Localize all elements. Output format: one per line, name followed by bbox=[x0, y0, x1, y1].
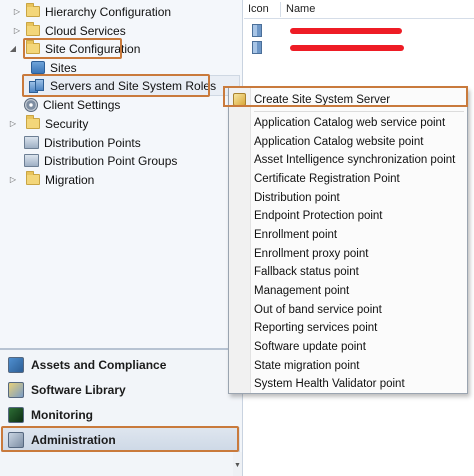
administration-icon bbox=[8, 432, 24, 448]
expand-arrow-icon[interactable]: ▷ bbox=[12, 7, 22, 16]
tree-item-sites[interactable]: Sites bbox=[31, 58, 77, 77]
folder-icon bbox=[26, 22, 40, 36]
menu-item-label: System Health Validator point bbox=[254, 377, 405, 390]
folder-icon bbox=[26, 40, 40, 54]
column-separator[interactable] bbox=[280, 2, 281, 17]
context-menu: Create Site System Server Application Ca… bbox=[228, 87, 468, 394]
navigation-pane: ▷ Hierarchy Configuration ▷ Cloud Servic… bbox=[0, 0, 243, 476]
menu-item-label: Distribution point bbox=[254, 191, 340, 204]
column-header-name[interactable]: Name bbox=[286, 3, 315, 15]
workspace-assets-and-compliance[interactable]: Assets and Compliance bbox=[0, 353, 240, 377]
menu-item-role[interactable]: Application Catalog website point bbox=[229, 132, 467, 151]
menu-item-role[interactable]: Application Catalog web service point bbox=[229, 113, 467, 132]
tree-item-distribution-point-groups[interactable]: Distribution Point Groups bbox=[24, 151, 177, 170]
workspace-monitoring[interactable]: Monitoring bbox=[0, 403, 240, 427]
menu-item-role[interactable]: Enrollment point bbox=[229, 225, 467, 244]
menu-item-role[interactable]: Out of band service point bbox=[229, 300, 467, 319]
menu-item-label: Out of band service point bbox=[254, 303, 382, 316]
menu-item-role[interactable]: Asset Intelligence synchronization point bbox=[229, 150, 467, 169]
expand-arrow-icon[interactable]: ▷ bbox=[8, 119, 18, 128]
tree-item-site-configuration[interactable]: ◢ Site Configuration bbox=[8, 39, 140, 58]
tree-item-label: Cloud Services bbox=[45, 23, 126, 38]
software-library-icon bbox=[8, 382, 24, 398]
tree-item-hierarchy-configuration[interactable]: ▷ Hierarchy Configuration bbox=[12, 2, 171, 21]
expand-arrow-icon[interactable]: ▷ bbox=[12, 26, 22, 35]
redacted-server-name bbox=[290, 28, 402, 34]
menu-item-label: Reporting services point bbox=[254, 321, 378, 334]
workspace-administration[interactable]: Administration bbox=[0, 428, 240, 452]
tree-item-servers-and-site-system-roles[interactable]: Servers and Site System Roles bbox=[29, 76, 216, 95]
menu-separator bbox=[254, 111, 464, 112]
menu-item-label: Asset Intelligence synchronization point bbox=[254, 153, 456, 166]
sites-icon bbox=[31, 61, 45, 74]
tree-item-migration[interactable]: ▷ Migration bbox=[8, 170, 94, 189]
menu-item-role[interactable]: Enrollment proxy point bbox=[229, 244, 467, 263]
folder-icon bbox=[26, 115, 40, 129]
menu-item-label: Certificate Registration Point bbox=[254, 172, 400, 185]
menu-item-label: Enrollment point bbox=[254, 228, 338, 241]
tree-item-label: Distribution Points bbox=[44, 135, 141, 150]
monitoring-icon bbox=[8, 407, 24, 423]
workspace-label: Assets and Compliance bbox=[31, 358, 167, 372]
workspace-label: Administration bbox=[31, 433, 116, 447]
tree-item-distribution-points[interactable]: Distribution Points bbox=[24, 133, 141, 152]
menu-item-label: Management point bbox=[254, 284, 350, 297]
tree-item-cloud-services[interactable]: ▷ Cloud Services bbox=[12, 21, 126, 40]
tree-item-security[interactable]: ▷ Security bbox=[8, 114, 88, 133]
assets-compliance-icon bbox=[8, 357, 24, 373]
menu-item-label: Enrollment proxy point bbox=[254, 247, 369, 260]
menu-item-role[interactable]: State migration point bbox=[229, 356, 467, 375]
menu-item-label: Application Catalog website point bbox=[254, 135, 424, 148]
folder-icon bbox=[26, 171, 40, 185]
redacted-server-name bbox=[290, 45, 404, 51]
tree-item-label: Site Configuration bbox=[45, 41, 141, 56]
menu-item-label: Software update point bbox=[254, 340, 366, 353]
tree-item-label: Migration bbox=[45, 172, 95, 187]
menu-item-label: Fallback status point bbox=[254, 265, 359, 278]
site-system-server-icon bbox=[252, 24, 262, 37]
tree-item-label: Distribution Point Groups bbox=[44, 153, 178, 168]
workspace-software-library[interactable]: Software Library bbox=[0, 378, 240, 402]
distribution-point-icon bbox=[24, 136, 39, 149]
menu-item-create-site-system-server[interactable]: Create Site System Server bbox=[229, 90, 467, 109]
tree-item-label: Sites bbox=[50, 60, 77, 75]
menu-item-label: Create Site System Server bbox=[254, 93, 391, 106]
menu-item-role[interactable]: Certificate Registration Point bbox=[229, 169, 467, 188]
collapse-arrow-icon[interactable]: ◢ bbox=[8, 44, 18, 53]
gear-icon bbox=[24, 97, 38, 112]
menu-item-role[interactable]: Management point bbox=[229, 281, 467, 300]
column-header-icon[interactable]: Icon bbox=[248, 3, 269, 15]
tree-item-client-settings[interactable]: Client Settings bbox=[24, 95, 120, 114]
menu-item-label: State migration point bbox=[254, 359, 360, 372]
create-server-icon bbox=[233, 93, 246, 106]
tree-item-label: Hierarchy Configuration bbox=[45, 4, 172, 19]
scroll-down-arrow-icon[interactable]: ▼ bbox=[234, 462, 241, 469]
servers-icon bbox=[29, 78, 45, 93]
expand-arrow-icon[interactable]: ▷ bbox=[8, 175, 18, 184]
menu-item-label: Application Catalog web service point bbox=[254, 116, 446, 129]
grid-header: Icon Name bbox=[244, 0, 474, 19]
workspace-label: Monitoring bbox=[31, 408, 93, 422]
site-system-server-icon bbox=[252, 41, 262, 54]
menu-item-label: Endpoint Protection point bbox=[254, 209, 383, 222]
menu-item-role[interactable]: Endpoint Protection point bbox=[229, 206, 467, 225]
menu-item-role[interactable]: System Health Validator point bbox=[229, 374, 467, 393]
menu-item-role[interactable]: Software update point bbox=[229, 337, 467, 356]
menu-item-role[interactable]: Distribution point bbox=[229, 188, 467, 207]
folder-icon bbox=[26, 3, 40, 17]
workspace-label: Software Library bbox=[31, 383, 126, 397]
tree-item-label: Servers and Site System Roles bbox=[50, 78, 217, 93]
tree-item-label: Security bbox=[45, 116, 89, 131]
distribution-point-group-icon bbox=[24, 154, 39, 167]
menu-item-role[interactable]: Fallback status point bbox=[229, 262, 467, 281]
menu-item-role[interactable]: Reporting services point bbox=[229, 318, 467, 337]
tree-item-label: Client Settings bbox=[43, 97, 121, 112]
